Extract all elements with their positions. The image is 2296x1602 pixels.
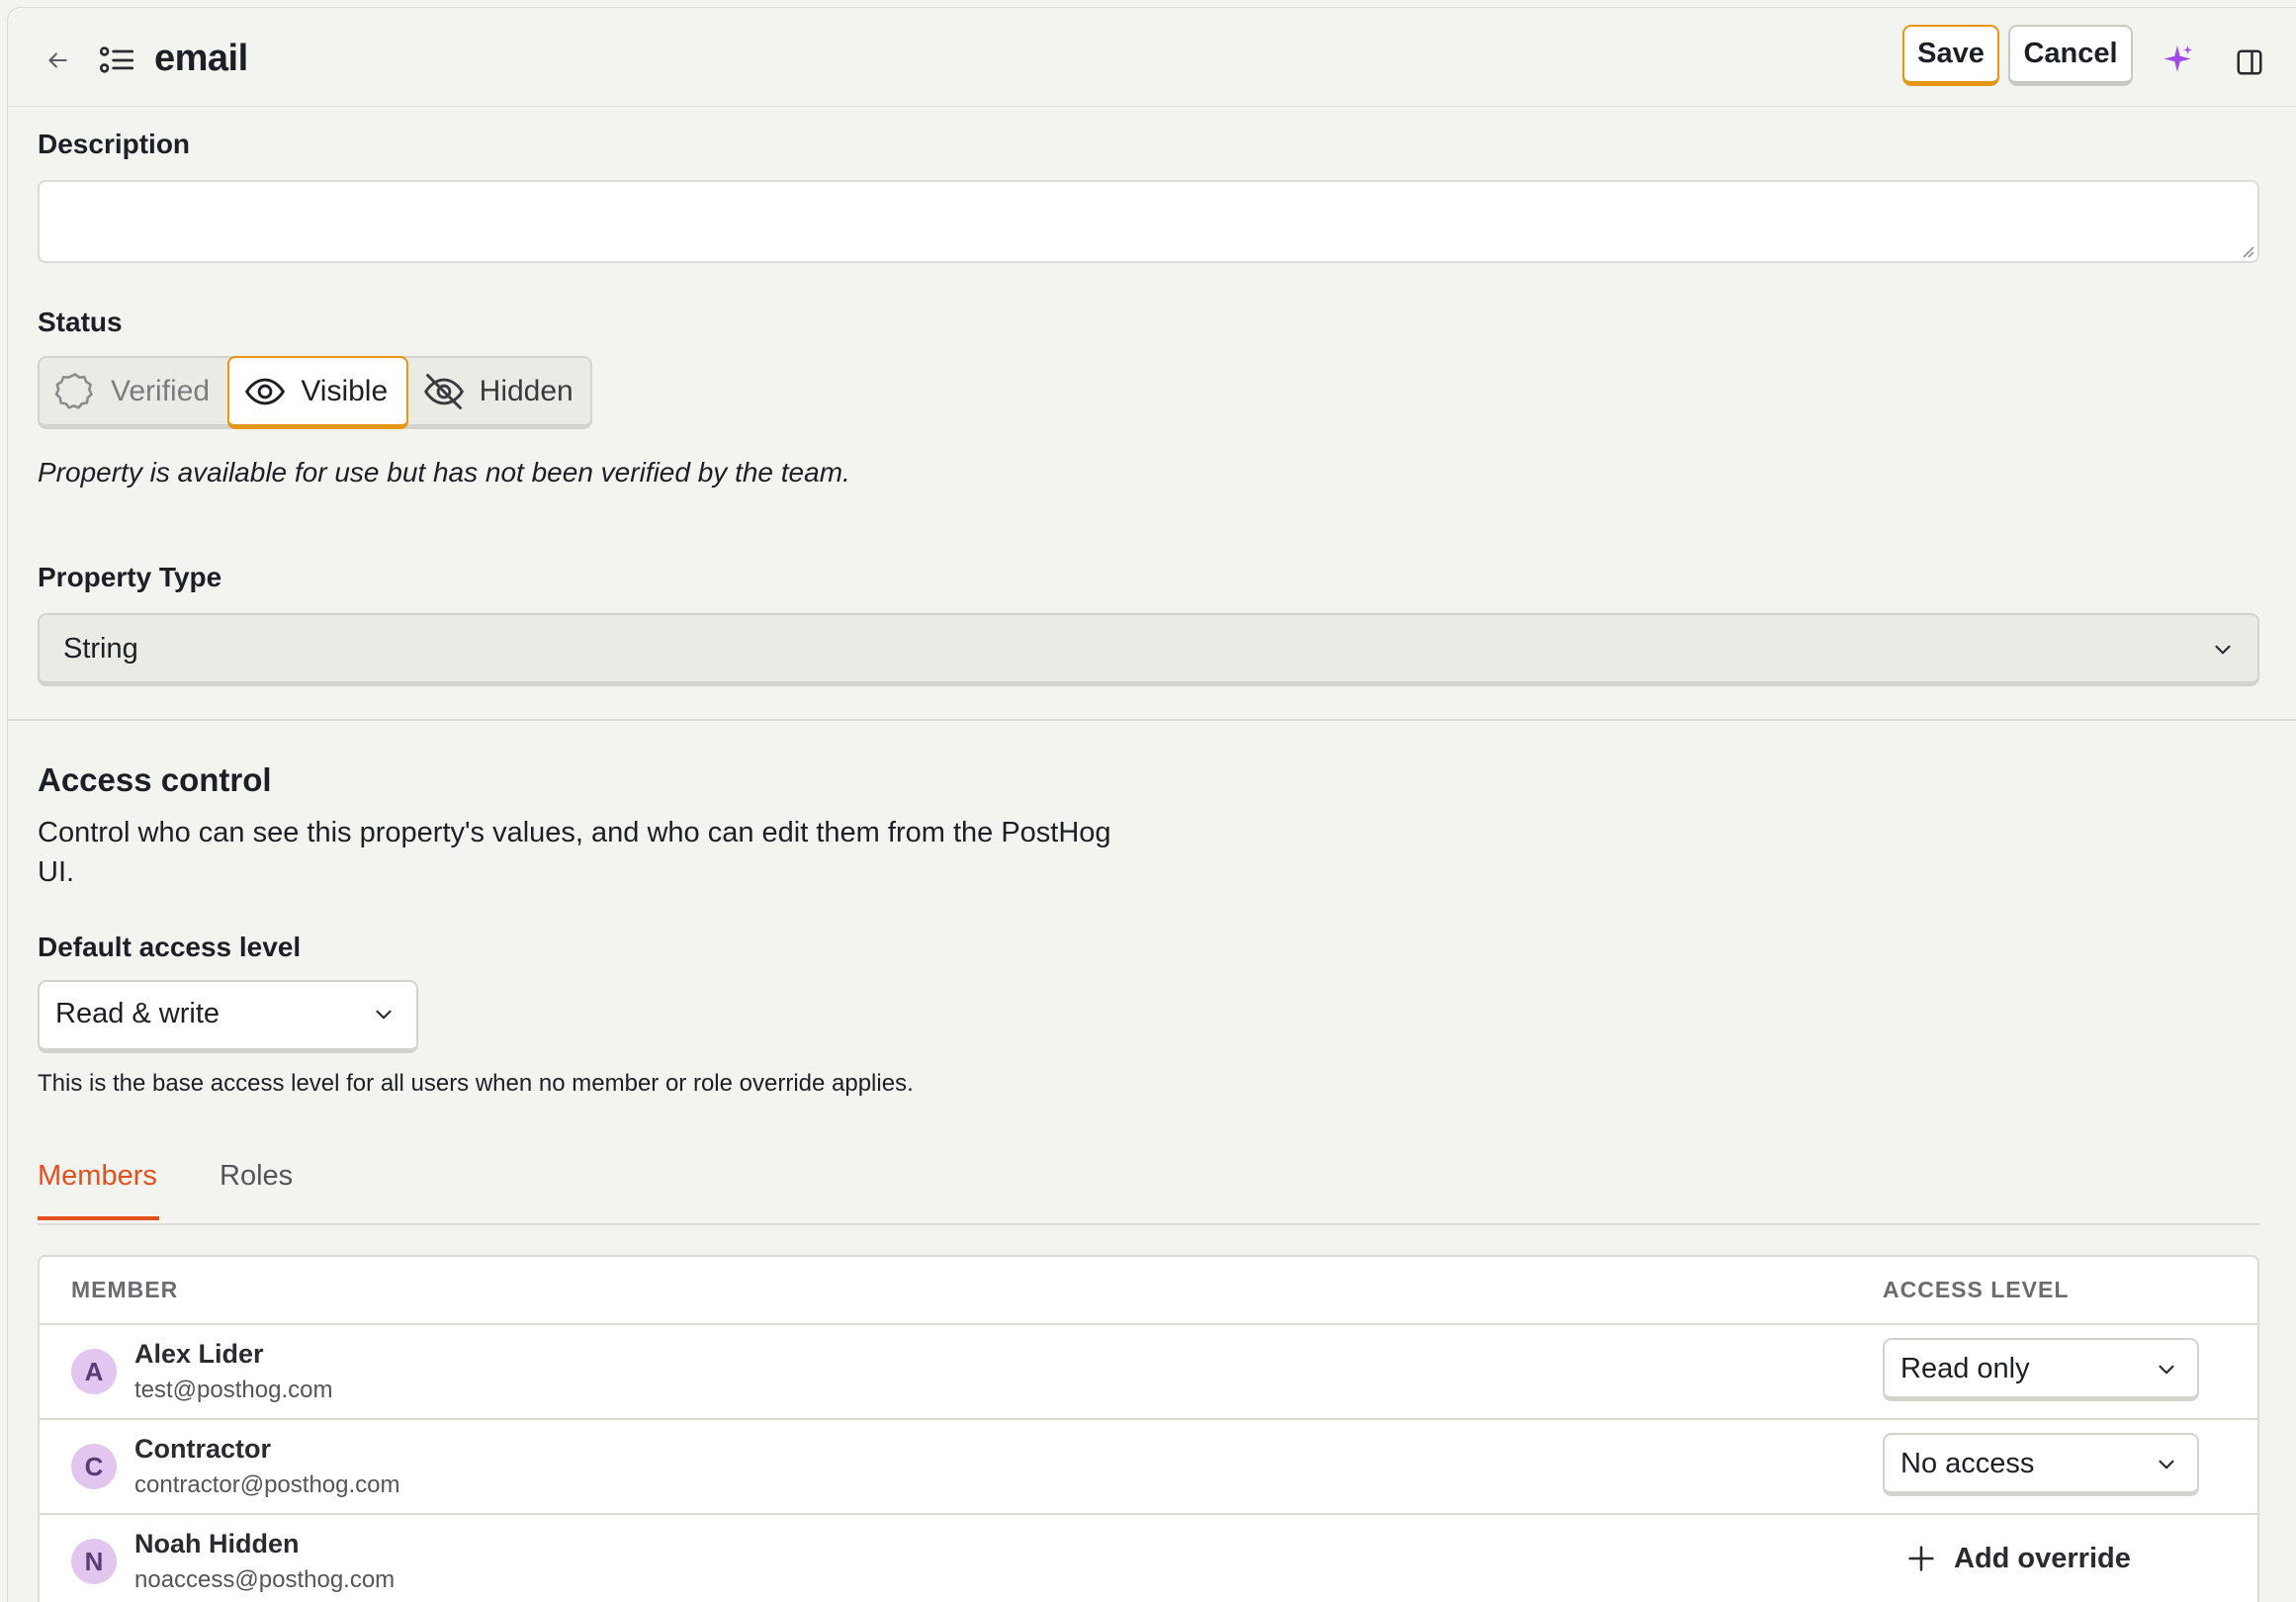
list-icon [99,46,134,73]
property-type-value: String [63,633,138,665]
member-email: contractor@posthog.com [134,1471,400,1498]
page-title: email [154,38,248,79]
chevron-down-icon [376,1010,392,1020]
member-email: test@posthog.com [134,1377,333,1403]
resize-handle-icon[interactable] [2239,242,2254,258]
app-frame: email Save Cancel Description Status Ver… [7,7,2296,1602]
chevron-down-icon [2159,1365,2174,1375]
property-type-select[interactable]: String [38,613,2259,686]
access-level-value: No access [1900,1448,2035,1479]
access-control-title: Access control [38,761,272,798]
status-option-label: Visible [301,374,389,407]
eye-icon [245,378,286,404]
default-access-label: Default access level [38,932,302,962]
avatar: A [71,1349,117,1394]
members-table: MEMBER ACCESS LEVEL A Alex Lider test@po… [38,1255,2259,1602]
add-override-button[interactable]: Add override [1904,1539,2131,1578]
cancel-button[interactable]: Cancel [2008,25,2133,86]
status-option-label: Verified [111,374,211,407]
access-level-select[interactable]: No access [1883,1433,2199,1496]
access-level-select[interactable]: Read only [1883,1338,2199,1401]
add-override-label: Add override [1954,1542,2131,1574]
table-row: C Contractor contractor@posthog.com No a… [40,1420,2257,1515]
default-access-select[interactable]: Read & write [38,980,418,1053]
status-segmented-control: Verified Visible Hidden [38,356,592,429]
verified-badge-icon [54,372,93,409]
status-option-hidden[interactable]: Hidden [408,358,590,424]
arrow-left-icon[interactable] [44,47,70,73]
tab-roles[interactable]: Roles [220,1160,293,1193]
status-option-verified[interactable]: Verified [40,358,227,424]
chevron-down-icon [2215,645,2231,655]
avatar: N [71,1539,117,1584]
member-name: Noah Hidden [134,1529,300,1558]
plus-icon [1908,1546,1934,1571]
access-control-description: Control who can see this property's valu… [38,817,1111,888]
default-access-value: Read & write [55,998,221,1029]
status-label: Status [38,307,123,337]
chevron-down-icon [2159,1460,2174,1469]
table-row: N Noah Hidden noaccess@posthog.com Add o… [40,1515,2257,1602]
top-bar: email Save Cancel [8,8,2296,107]
member-name: Alex Lider [134,1339,264,1369]
avatar: C [71,1444,117,1489]
access-tabs: Members Roles [38,1160,2259,1225]
status-option-label: Hidden [479,374,574,407]
default-access-help: This is the base access level for all us… [38,1070,914,1097]
access-level-value: Read only [1900,1353,2030,1384]
tab-members[interactable]: Members [38,1160,159,1220]
status-help-text: Property is available for use but has no… [38,457,850,488]
property-type-label: Property Type [38,562,222,592]
column-header-member: MEMBER [71,1276,179,1302]
description-textarea[interactable] [38,180,2259,263]
column-header-access-level: ACCESS LEVEL [1883,1276,2070,1302]
side-panel-icon[interactable] [2235,47,2264,77]
member-email: noaccess@posthog.com [134,1566,396,1593]
status-option-visible[interactable]: Visible [227,356,408,429]
save-button[interactable]: Save [1902,25,1999,86]
description-label: Description [38,129,191,159]
table-row: A Alex Lider test@posthog.com Read only [40,1325,2257,1420]
section-divider [8,719,2296,721]
eye-off-icon [423,373,464,409]
member-name: Contractor [134,1434,272,1464]
sparkle-icon[interactable] [2160,43,2195,78]
